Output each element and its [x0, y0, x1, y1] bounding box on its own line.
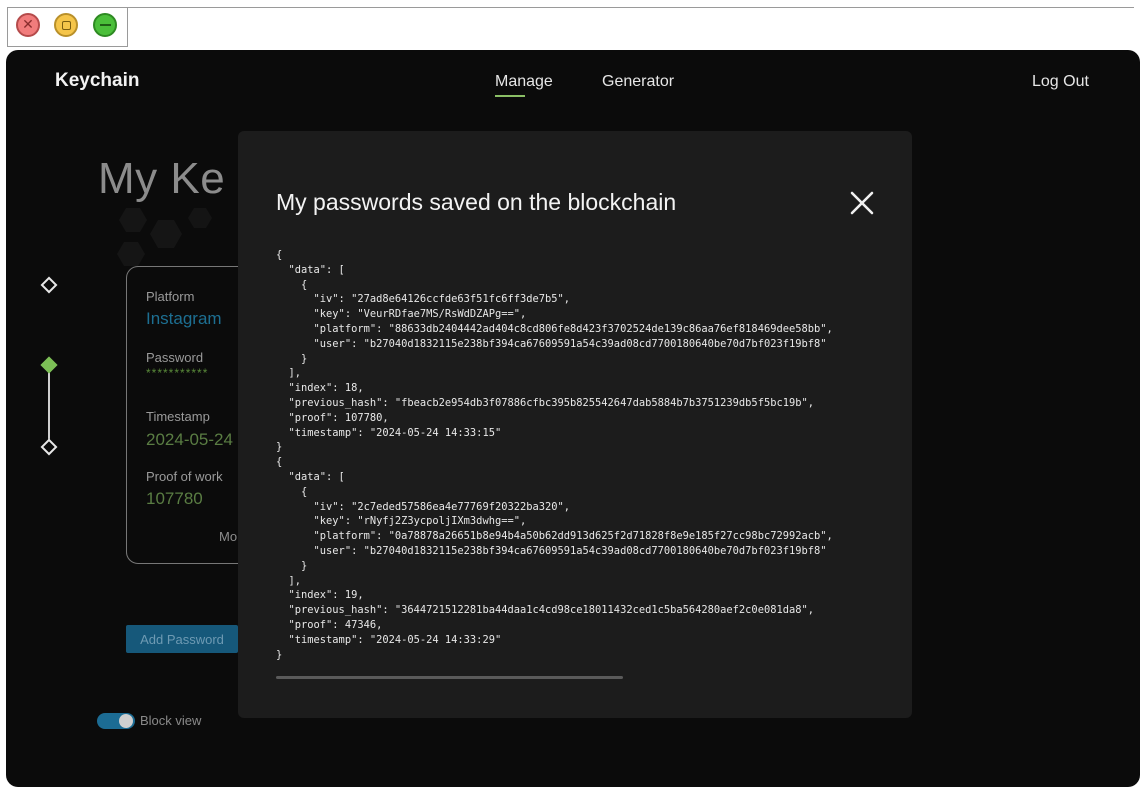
- modal-title: My passwords saved on the blockchain: [276, 189, 677, 215]
- hexagon-decoration: [117, 208, 212, 266]
- brand-logo[interactable]: Keychain: [55, 70, 139, 92]
- timestamp-label: Timestamp: [146, 409, 210, 424]
- titlebar-border: [128, 7, 1134, 8]
- password-label: Password: [146, 350, 204, 365]
- window-maximize-button[interactable]: [54, 13, 78, 37]
- block-view-label: Block view: [140, 713, 202, 728]
- window-close-button[interactable]: ✕: [16, 13, 40, 37]
- timeline-node-active[interactable]: [40, 356, 58, 374]
- window-minimize-button[interactable]: [93, 13, 117, 37]
- page-title: My Ke: [98, 154, 226, 203]
- horizontal-scrollbar[interactable]: [276, 676, 623, 679]
- maximize-icon: [61, 20, 71, 30]
- logout-link[interactable]: Log Out: [1032, 73, 1089, 91]
- more-link[interactable]: Mo: [219, 529, 237, 544]
- nav-manage[interactable]: Manage: [495, 73, 553, 91]
- nav-generator[interactable]: Generator: [602, 73, 674, 91]
- blockchain-modal: My passwords saved on the blockchain { "…: [238, 131, 912, 718]
- proof-of-work-label: Proof of work: [146, 469, 223, 484]
- nav-active-indicator: [495, 95, 525, 97]
- timeline-node[interactable]: [40, 438, 58, 456]
- timestamp-value: 2024-05-24: [146, 430, 233, 449]
- json-viewer[interactable]: { "data": [ { "iv": "27ad8e64126ccfde63f…: [276, 248, 876, 668]
- platform-value: Instagram: [146, 309, 222, 328]
- platform-label: Platform: [146, 289, 195, 304]
- block-json: { "data": [ { "iv": "2c7eded57586ea4e777…: [276, 456, 833, 661]
- close-icon[interactable]: [848, 189, 876, 217]
- block-view-toggle[interactable]: [97, 713, 135, 729]
- block-json: { "data": [ { "iv": "27ad8e64126ccfde63f…: [276, 249, 833, 454]
- proof-of-work-value: 107780: [146, 489, 203, 508]
- timeline-node[interactable]: [40, 276, 58, 294]
- close-icon: ✕: [22, 17, 34, 33]
- minimize-icon: [99, 24, 111, 26]
- password-value: ***********: [146, 366, 209, 380]
- app-window: Keychain Manage Generator Log Out My Ke …: [6, 50, 1140, 787]
- toggle-knob: [119, 714, 133, 728]
- add-password-button[interactable]: Add Password: [126, 625, 238, 653]
